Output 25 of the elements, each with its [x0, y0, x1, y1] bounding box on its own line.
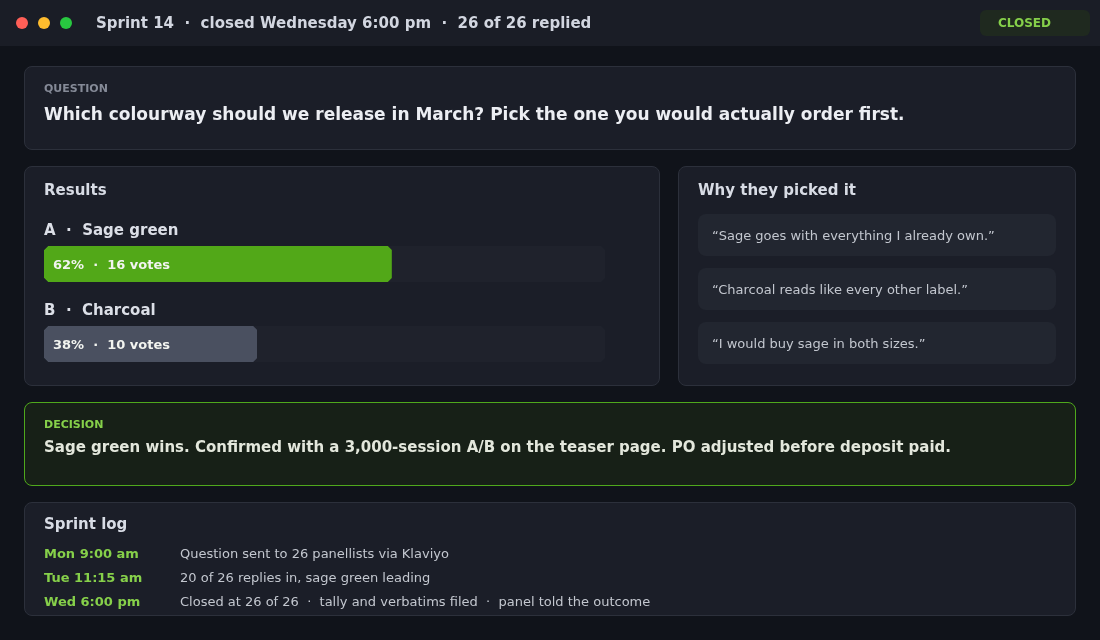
- vote-summary: 62% · 16 votes: [53, 256, 170, 272]
- results-title: Results: [44, 180, 107, 200]
- log-text: Question sent to 26 panellists via Klaviyo: [180, 545, 449, 561]
- status-badge: CLOSED: [980, 10, 1090, 36]
- question-label: QUESTION: [44, 82, 108, 96]
- option-label: B · Charcoal: [44, 300, 156, 320]
- vote-summary: 38% · 10 votes: [53, 336, 170, 352]
- log-title: Sprint log: [44, 514, 128, 534]
- log-text: Closed at 26 of 26 · tally and verbatims filed · panel told the outcome: [180, 593, 651, 609]
- decision-text: Sage green wins. Confirmed with a 3,000-session A/B on the teaser page. PO adjusted before deposit paid.: [44, 437, 951, 458]
- quote-text: “Sage goes with everything I already own.”: [698, 214, 1056, 256]
- reasons-title: Why they picked it: [698, 180, 857, 200]
- log-time: Wed 6:00 pm: [44, 593, 141, 609]
- window-control-icon[interactable]: [60, 17, 72, 29]
- question-text: Which colourway should we release in March? Pick the one you would actually order first.: [44, 103, 905, 126]
- window-control-icon[interactable]: [38, 17, 50, 29]
- quote-text: “I would buy sage in both sizes.”: [698, 322, 1056, 364]
- option-label: A · Sage green: [44, 220, 179, 240]
- log-time: Mon 9:00 am: [44, 545, 139, 561]
- log-text: 20 of 26 replies in, sage green leading: [180, 569, 431, 585]
- window-control-icon[interactable]: [16, 17, 28, 29]
- decision-label: DECISION: [44, 418, 104, 432]
- window-title: Sprint 14 · closed Wednesday 6:00 pm · 26 of 26 replied: [96, 14, 593, 32]
- log-time: Tue 11:15 am: [44, 569, 143, 585]
- quote-text: “Charcoal reads like every other label.”: [698, 268, 1056, 310]
